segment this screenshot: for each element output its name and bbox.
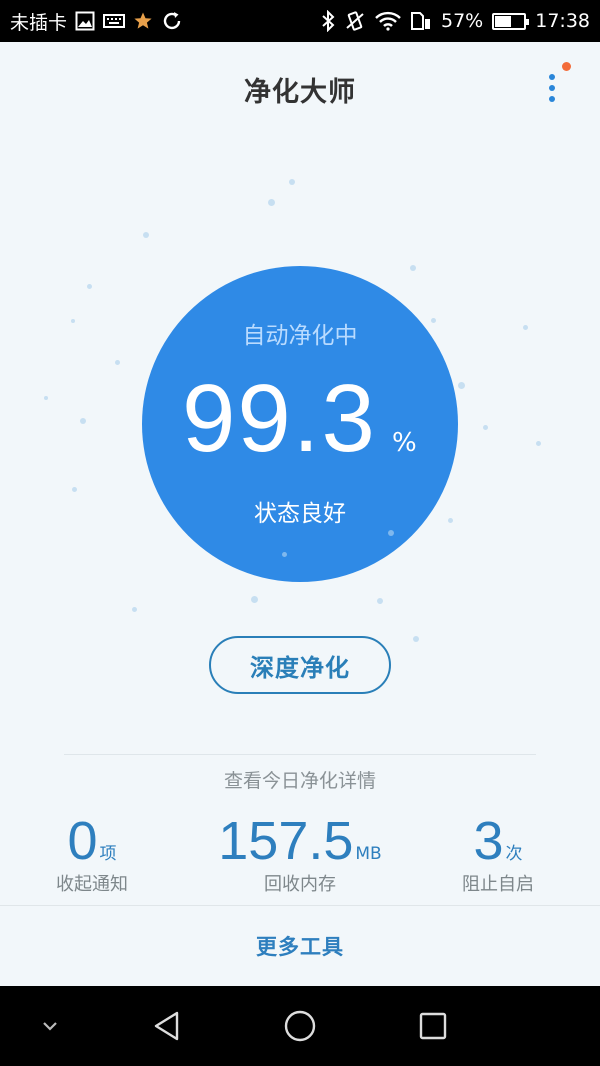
star-icon bbox=[133, 11, 153, 31]
app-header: 净化大师 bbox=[0, 42, 600, 134]
page-title: 净化大师 bbox=[244, 77, 356, 108]
sync-icon bbox=[161, 10, 183, 32]
back-icon[interactable] bbox=[147, 1006, 187, 1046]
stat-value: 3 bbox=[473, 811, 504, 871]
battery-level bbox=[495, 15, 512, 27]
state-text: 状态良好 bbox=[254, 501, 346, 527]
vibrate-icon bbox=[344, 10, 366, 32]
deep-clean-button[interactable]: 深度净化 bbox=[209, 636, 391, 694]
battery-percent: 57% bbox=[441, 10, 484, 32]
circle-particle bbox=[282, 552, 287, 557]
stat-notifications: 0 项 收起通知 bbox=[0, 812, 192, 896]
recents-icon[interactable] bbox=[413, 1006, 453, 1046]
clock: 17:38 bbox=[535, 10, 590, 32]
status-bar: 未插卡 57% 17:38 bbox=[0, 0, 600, 42]
more-options-button[interactable] bbox=[540, 62, 571, 108]
battery-icon bbox=[492, 12, 530, 30]
stat-value: 157.5 bbox=[218, 811, 354, 871]
more-tools-button[interactable]: 更多工具 bbox=[0, 906, 600, 986]
menu-dot bbox=[549, 74, 555, 80]
menu-dot bbox=[549, 96, 555, 102]
circle-particle bbox=[388, 530, 394, 536]
notification-badge bbox=[562, 62, 571, 71]
stat-label: 回收内存 bbox=[264, 874, 336, 895]
carrier-text: 未插卡 bbox=[10, 11, 68, 34]
chevron-down-icon[interactable] bbox=[30, 1006, 70, 1046]
image-icon bbox=[75, 11, 95, 31]
divider bbox=[64, 754, 536, 755]
stat-autostart: 3 次 阻止自启 bbox=[398, 812, 598, 896]
auto-clean-status: 自动净化中 bbox=[242, 323, 358, 349]
purification-score-circle[interactable]: 自动净化中 99.3 % 状态良好 bbox=[142, 266, 458, 582]
bluetooth-icon bbox=[321, 10, 335, 32]
score-unit: % bbox=[392, 428, 417, 458]
navigation-bar bbox=[0, 986, 600, 1066]
stat-unit: 次 bbox=[505, 844, 523, 864]
stat-unit: 项 bbox=[99, 844, 117, 864]
stat-label: 阻止自启 bbox=[462, 874, 534, 895]
stat-label: 收起通知 bbox=[56, 874, 128, 895]
stat-value: 0 bbox=[67, 811, 98, 871]
today-details-link[interactable]: 查看今日净化详情 bbox=[0, 766, 600, 793]
sim-icon bbox=[410, 11, 432, 31]
stat-unit: MB bbox=[355, 844, 382, 864]
menu-dot bbox=[549, 85, 555, 91]
score-value: 99.3 bbox=[182, 365, 377, 472]
home-icon[interactable] bbox=[280, 1006, 320, 1046]
wifi-icon bbox=[375, 11, 401, 31]
keyboard-icon bbox=[103, 13, 126, 29]
stat-memory: 157.5 MB 回收内存 bbox=[200, 812, 400, 896]
